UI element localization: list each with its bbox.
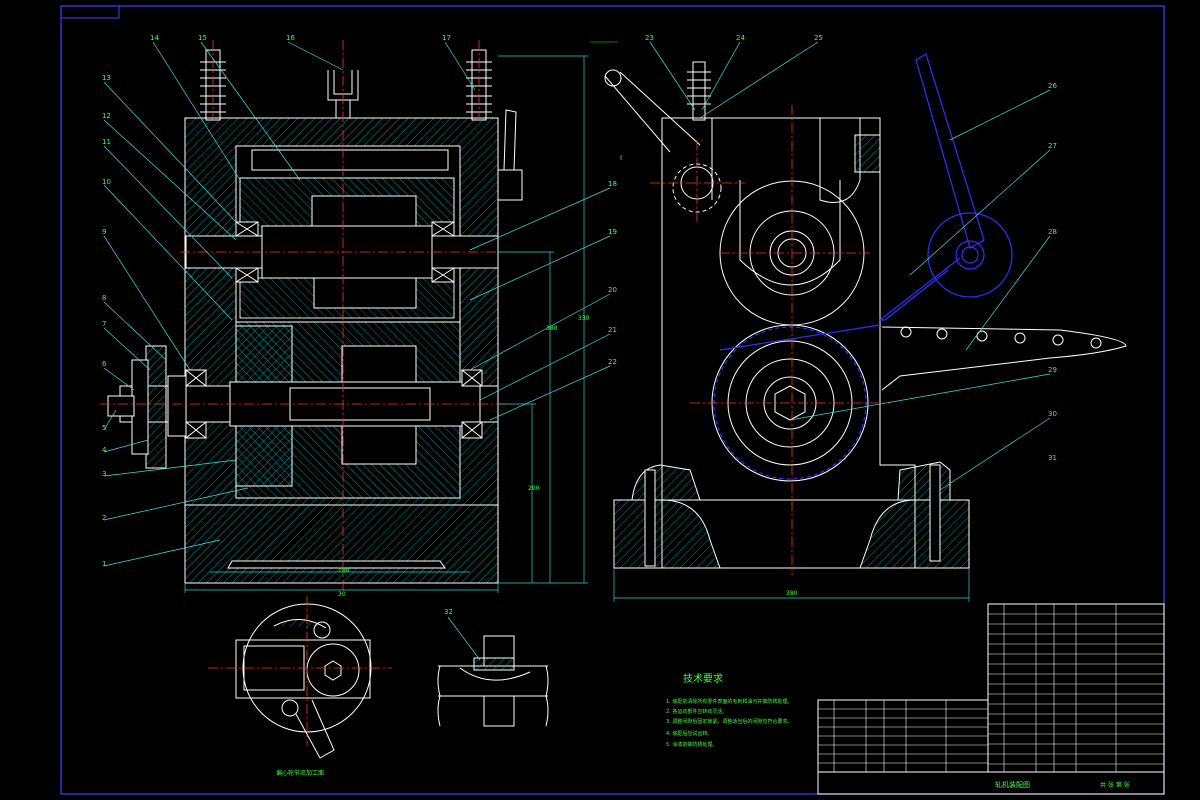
callout-number: 13	[102, 74, 111, 82]
handle	[497, 109, 523, 201]
callout-number: 26	[1048, 82, 1057, 90]
callout-number: 6	[102, 360, 107, 368]
sheet-label: 共 张 第 张	[1100, 781, 1130, 789]
callout-number: 3	[102, 470, 106, 478]
dimension-label: 380	[786, 590, 798, 597]
side-marker: I	[620, 154, 622, 162]
note-item: 2. 各运动部件应转动灵活。	[666, 708, 727, 715]
callout-number: 4	[102, 446, 107, 454]
dimension-label: 330	[578, 315, 590, 322]
callout-number: 8	[102, 294, 106, 302]
callout-number: 10	[102, 178, 111, 186]
callout-number: 16	[286, 34, 295, 42]
callout-number: 32	[444, 608, 453, 616]
callout-number: 24	[736, 34, 745, 42]
callout-number: 20	[608, 286, 617, 294]
notes-title: 技术要求	[683, 672, 723, 685]
side-view	[604, 41, 1127, 602]
note-item: 3. 调整间隙后固定锁紧，调整适当后的间隙应符合要求。	[666, 718, 792, 725]
parts-list-table	[817, 603, 1165, 795]
callout-number: 2	[102, 514, 106, 522]
callout-number: 18	[608, 180, 617, 188]
side-lever	[604, 69, 722, 213]
detail-eccentric-view	[208, 596, 392, 759]
feed-mechanism	[719, 53, 1013, 351]
dimension-label: 30	[338, 591, 346, 598]
callout-number: 1	[102, 560, 106, 568]
callout-number: 31	[1048, 454, 1057, 462]
callout-number: 19	[608, 228, 617, 236]
note-item: 5. 涂漆前做防锈处理。	[666, 741, 717, 748]
side-spring	[687, 61, 711, 121]
callout-number: 25	[814, 34, 823, 42]
callout-number: 22	[608, 358, 617, 366]
callout-number: 23	[645, 34, 654, 42]
callout-number: 5	[102, 424, 106, 432]
callout-number: 17	[442, 34, 451, 42]
callout-number: 9	[102, 228, 106, 236]
side-stand	[661, 117, 916, 500]
cad-drawing: 14 15 16 1713121110987654321181920212223 24 2…	[60, 5, 1165, 795]
callout-number: 11	[102, 138, 111, 146]
callout-number: 12	[102, 112, 111, 120]
detail-section-view	[437, 616, 549, 727]
callout-number: 30	[1048, 410, 1057, 418]
coupling-flange	[145, 345, 167, 469]
callout-number: 21	[608, 326, 617, 334]
dimension-label: 180	[338, 567, 350, 574]
technical-notes: 技术要求 1. 装配前清除所有零件表面的毛刺和油污并做防锈处理。 2. 各运动部…	[666, 672, 792, 748]
callout-number: 15	[198, 34, 207, 42]
callout-number: 29	[1048, 366, 1057, 374]
callout-number: 7	[102, 320, 106, 328]
detail-a-caption: 偏心轮节流加工面	[276, 769, 324, 777]
callout-number: 27	[1048, 142, 1057, 150]
callout-number: 14	[150, 34, 159, 42]
note-item: 4. 装配后应试运转。	[666, 730, 712, 737]
dimension-label: 380	[546, 325, 558, 332]
note-item: 1. 装配前清除所有零件表面的毛刺和油污并做防锈处理。	[666, 698, 792, 705]
front-sectional-view	[100, 40, 618, 593]
exit-chute	[881, 326, 1127, 391]
dimension-label: 200	[528, 485, 540, 492]
drawing-name: 轧机装配图	[995, 780, 1030, 789]
callout-number: 28	[1048, 228, 1057, 236]
